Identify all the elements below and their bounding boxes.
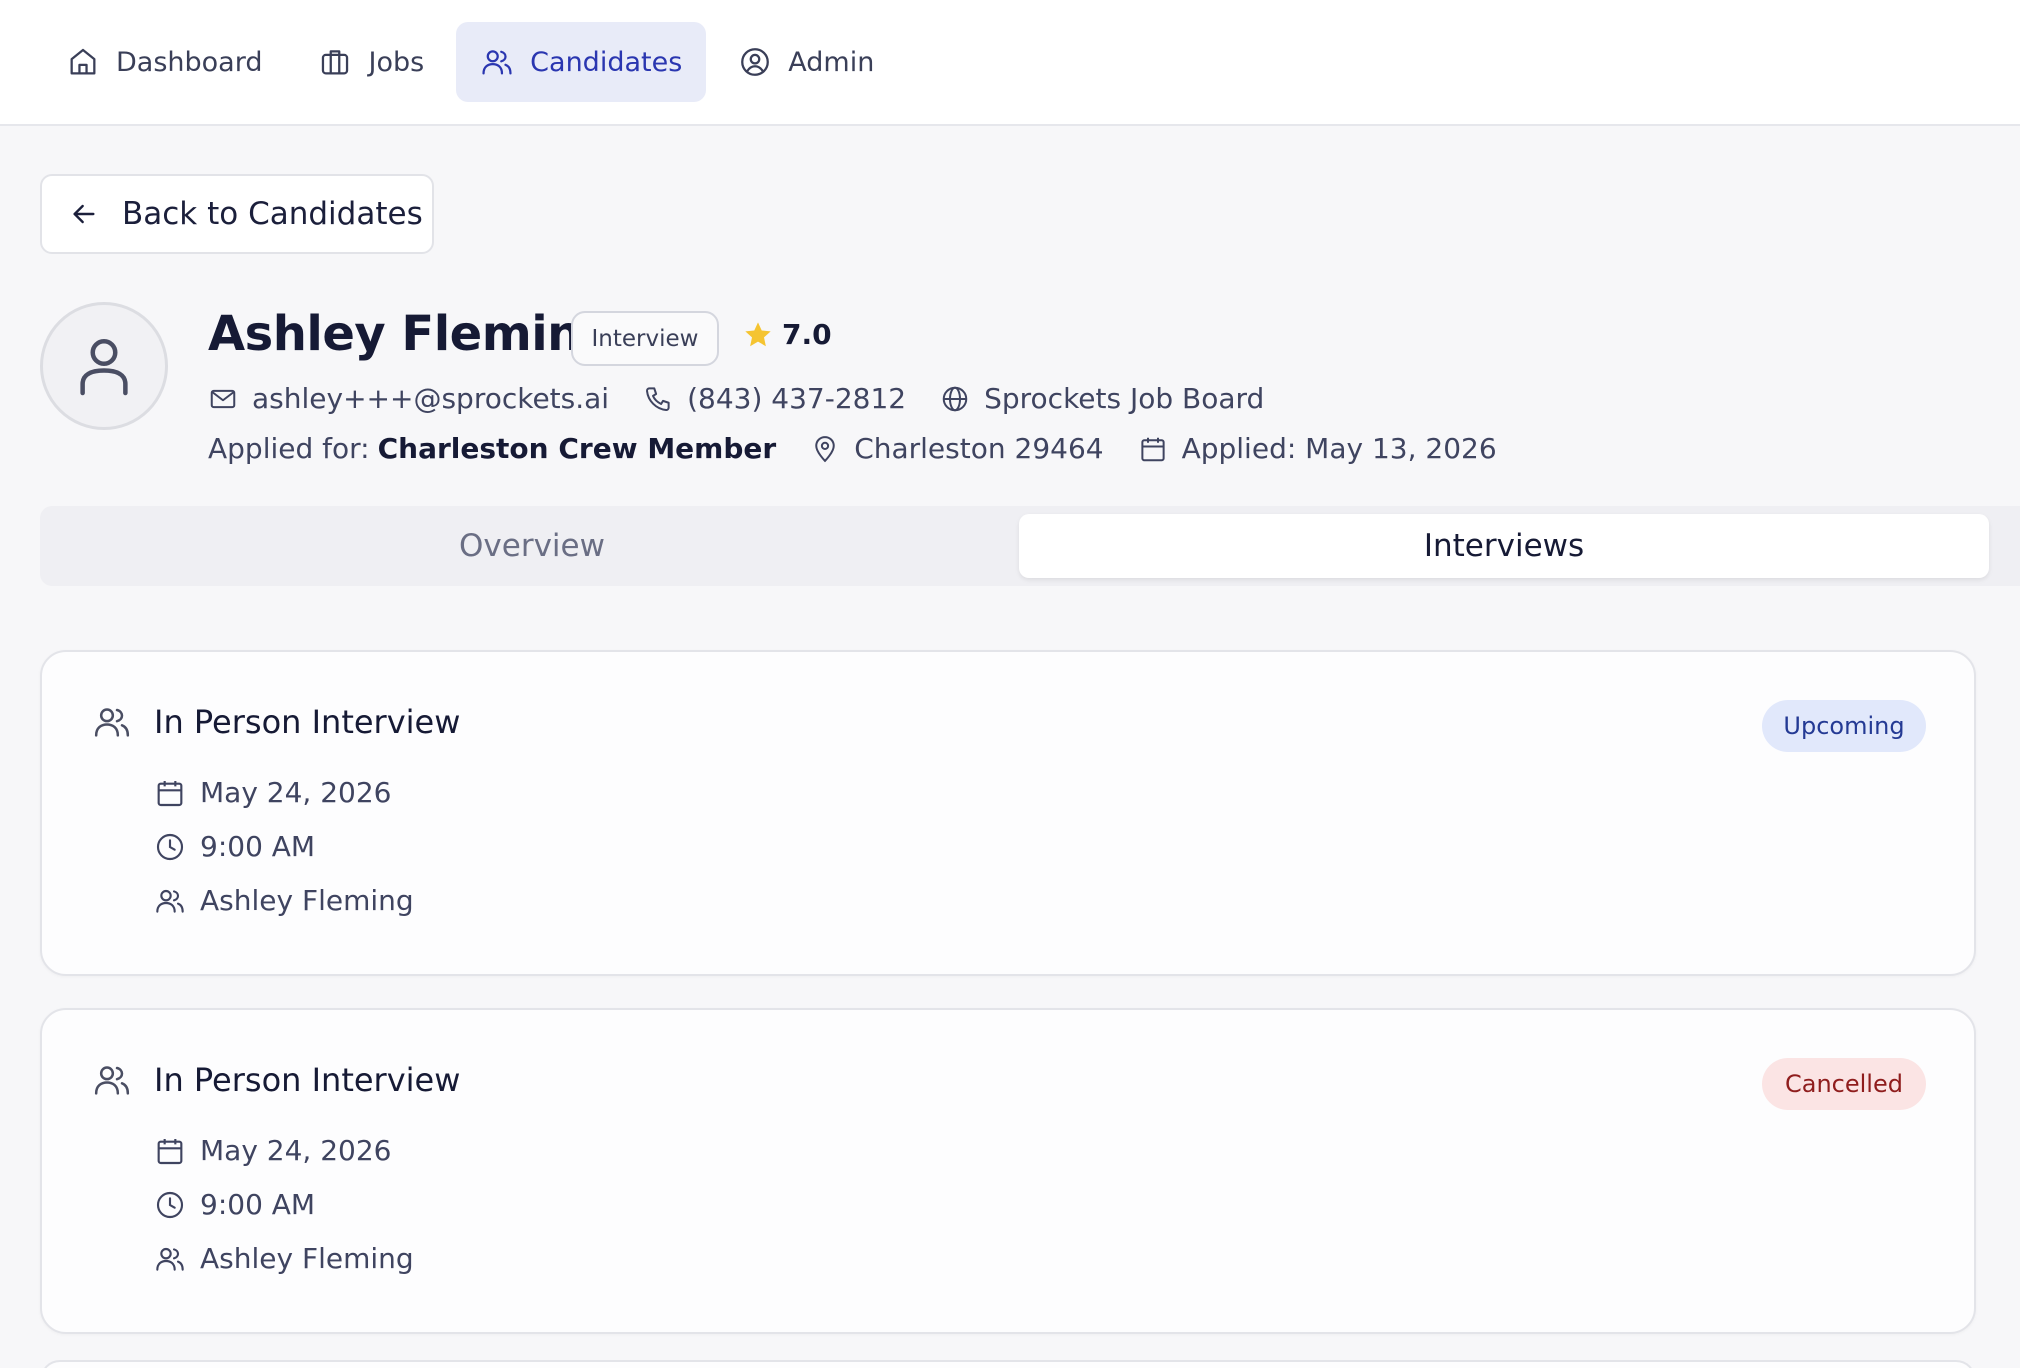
interview-card[interactable]: In Person Interview Cancelled May 24, 20…: [40, 1008, 1976, 1334]
users-icon: [154, 885, 186, 917]
applied-date-item: Applied: May 13, 2026: [1138, 432, 1497, 465]
calendar-icon: [154, 777, 186, 809]
globe-icon: [940, 384, 970, 414]
nav-item-label: Jobs: [368, 46, 425, 78]
interview-card[interactable]: In Person Interview Upcoming May 24, 202…: [40, 650, 1976, 976]
nav-item-candidates[interactable]: Candidates: [456, 22, 707, 102]
contact-row: ashley+++@sprockets.ai (843) 437-2812 Sp…: [208, 382, 1298, 415]
interview-card-partial: [40, 1360, 1976, 1368]
back-button-label: Back to Candidates: [122, 196, 423, 232]
avatar: [40, 302, 168, 430]
nav-item-dashboard[interactable]: Dashboard: [42, 22, 286, 102]
calendar-icon: [154, 1135, 186, 1167]
interview-date: May 24, 2026: [154, 776, 391, 809]
clock-icon: [154, 1189, 186, 1221]
nav-item-admin[interactable]: Admin: [714, 22, 898, 102]
tab-overview[interactable]: Overview: [40, 514, 1024, 578]
top-navigation: Dashboard Jobs Candidates Admin: [0, 0, 2020, 126]
phone-icon: [643, 384, 673, 414]
nav-item-label: Admin: [788, 46, 875, 78]
map-pin-icon: [810, 434, 840, 464]
interview-attendee: Ashley Fleming: [154, 1242, 414, 1275]
interview-attendee-text: Ashley Fleming: [200, 884, 414, 917]
source-item: Sprockets Job Board: [940, 382, 1264, 415]
user-circle-icon: [738, 45, 772, 79]
interview-date-text: May 24, 2026: [200, 1134, 392, 1167]
status-badge: Cancelled: [1762, 1058, 1926, 1110]
interview-header: In Person Interview: [92, 1060, 460, 1100]
user-icon: [77, 336, 131, 396]
star-icon: [742, 319, 774, 351]
tab-bar: Overview Interviews: [40, 506, 2020, 586]
interview-header: In Person Interview: [92, 702, 460, 742]
interview-title: In Person Interview: [154, 1061, 461, 1099]
email-text: ashley+++@sprockets.ai: [252, 382, 610, 415]
arrow-left-icon: [68, 198, 100, 230]
interview-time: 9:00 AM: [154, 830, 315, 863]
calendar-icon: [1138, 434, 1168, 464]
tab-interviews[interactable]: Interviews: [1019, 514, 1989, 578]
users-icon: [92, 1060, 132, 1100]
briefcase-icon: [318, 45, 352, 79]
rating-value: 7.0: [782, 318, 832, 351]
phone-text: (843) 437-2812: [687, 382, 907, 415]
clock-icon: [154, 831, 186, 863]
application-row: Applied for: Charleston Crew Member Char…: [208, 432, 1531, 465]
home-icon: [66, 45, 100, 79]
email-item[interactable]: ashley+++@sprockets.ai: [208, 382, 609, 415]
applied-for-job[interactable]: Charleston Crew Member: [378, 432, 777, 465]
users-icon: [92, 702, 132, 742]
mail-icon: [208, 384, 238, 414]
source-text: Sprockets Job Board: [984, 382, 1265, 415]
interview-time-text: 9:00 AM: [200, 830, 316, 863]
location-text: Charleston 29464: [854, 432, 1104, 465]
users-icon: [154, 1243, 186, 1275]
interview-attendee-text: Ashley Fleming: [200, 1242, 414, 1275]
interview-time-text: 9:00 AM: [200, 1188, 316, 1221]
nav-item-label: Dashboard: [116, 46, 263, 78]
location-item: Charleston 29464: [810, 432, 1104, 465]
back-to-candidates-button[interactable]: Back to Candidates: [40, 174, 434, 254]
nav-item-label: Candidates: [530, 46, 683, 78]
users-icon: [480, 45, 514, 79]
nav-item-jobs[interactable]: Jobs: [294, 22, 448, 102]
interview-attendee: Ashley Fleming: [154, 884, 414, 917]
applied-for-label: Applied for:: [208, 432, 370, 465]
interview-title: In Person Interview: [154, 703, 461, 741]
status-badge: Upcoming: [1762, 700, 1926, 752]
applied-for-item: Applied for: Charleston Crew Member: [208, 432, 776, 465]
interview-date: May 24, 2026: [154, 1134, 391, 1167]
rating: 7.0: [742, 318, 832, 351]
interview-date-text: May 24, 2026: [200, 776, 392, 809]
applied-date-text: Applied: May 13, 2026: [1181, 432, 1497, 465]
candidate-name: Ashley Fleming: [208, 306, 615, 362]
phone-item[interactable]: (843) 437-2812: [643, 382, 906, 415]
interview-time: 9:00 AM: [154, 1188, 315, 1221]
stage-badge: Interview: [571, 311, 719, 366]
